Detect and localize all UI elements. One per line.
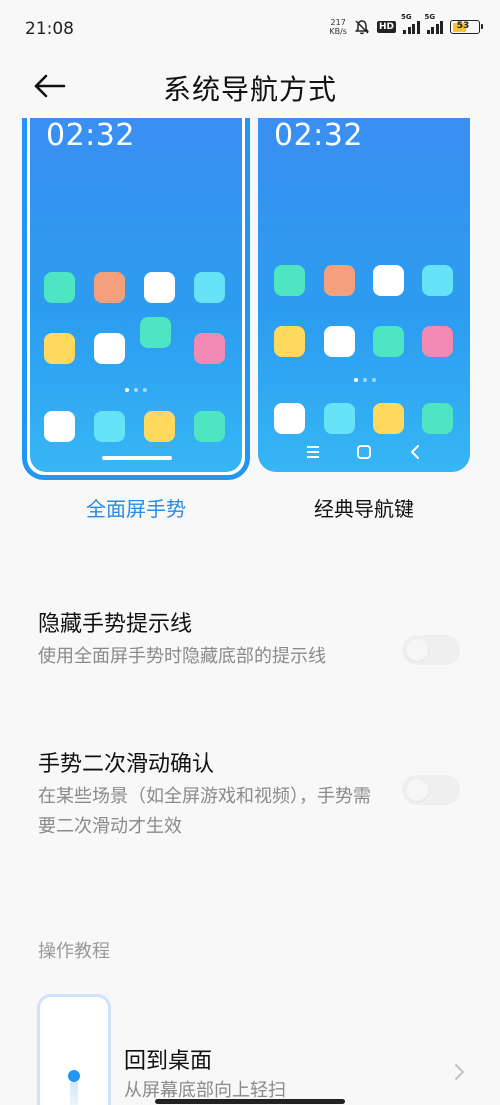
- gesture-bar: [102, 456, 172, 460]
- hide-gesture-line-toggle[interactable]: [402, 635, 460, 665]
- signal-sim1-icon: 5G: [401, 13, 420, 34]
- app-icon: [274, 265, 305, 296]
- arrow-left-icon: [34, 74, 66, 98]
- tutorial-item-go-home[interactable]: 回到桌面 从屏幕底部向上轻扫: [0, 990, 500, 1105]
- chevron-right-icon: [455, 1064, 464, 1080]
- preview-clock: 02:32: [46, 118, 135, 153]
- classic-mode-label[interactable]: 经典导航键: [258, 493, 470, 522]
- app-icon: [94, 411, 125, 442]
- app-icon: [422, 403, 453, 434]
- menu-icon: [307, 446, 320, 458]
- toggle-knob: [406, 779, 428, 801]
- tutorial-section-header: 操作教程: [38, 941, 110, 962]
- app-icon: [422, 326, 453, 357]
- setting-title: 隐藏手势提示线: [38, 612, 193, 637]
- gesture-double-swipe-toggle[interactable]: [402, 775, 460, 805]
- app-icon: [94, 333, 125, 364]
- app-icon: [422, 265, 453, 296]
- back-button[interactable]: [30, 68, 70, 104]
- app-icon: [194, 333, 225, 364]
- page-indicator: [354, 378, 376, 382]
- status-icons: 217 KB/s HD 5G 5G 53: [329, 13, 483, 36]
- tutorial-thumbnail: [37, 994, 111, 1105]
- nav-keys: [258, 442, 470, 462]
- app-icon: [44, 411, 75, 442]
- swipe-trail: [70, 1081, 78, 1105]
- app-icon: [274, 403, 305, 434]
- hd-voice-icon: HD: [376, 21, 396, 33]
- title-bar: 系统导航方式: [0, 58, 500, 118]
- setting-hide-gesture-line[interactable]: 隐藏手势提示线 使用全面屏手势时隐藏底部的提示线: [38, 606, 478, 672]
- status-time: 21:08: [25, 19, 74, 39]
- app-icon: [274, 326, 305, 357]
- classic-preview-screen: 02:32: [258, 118, 470, 472]
- page-title: 系统导航方式: [162, 73, 337, 106]
- app-icon: [324, 403, 355, 434]
- app-icon: [194, 272, 225, 303]
- status-bar: 21:08 217 KB/s HD 5G 5G 53: [0, 0, 500, 58]
- network-speed: 217 KB/s: [329, 18, 347, 36]
- toggle-knob: [406, 639, 428, 661]
- battery-icon: 53: [450, 20, 483, 34]
- app-icon: [94, 272, 125, 303]
- app-icon: [373, 265, 404, 296]
- gesture-preview-screen: 02:32: [30, 118, 242, 472]
- setting-title: 手势二次滑动确认: [38, 752, 215, 777]
- gesture-mode-preview[interactable]: 02:32: [22, 118, 250, 480]
- app-icon: [144, 411, 175, 442]
- setting-description: 使用全面屏手势时隐藏底部的提示线: [38, 646, 326, 667]
- app-icon: [194, 411, 225, 442]
- app-icon: [324, 326, 355, 357]
- app-icon: [44, 333, 75, 364]
- gesture-mode-label[interactable]: 全面屏手势: [22, 493, 250, 522]
- tutorial-title: 回到桌面: [124, 1049, 213, 1074]
- app-icon: [373, 326, 404, 357]
- app-icon: [44, 272, 75, 303]
- bell-off-icon: [354, 20, 369, 35]
- app-icon: [144, 272, 175, 303]
- signal-sim2-icon: 5G: [425, 13, 443, 34]
- app-icon: [324, 265, 355, 296]
- app-icon: [373, 403, 404, 434]
- home-icon: [356, 445, 371, 459]
- home-indicator: [155, 1099, 345, 1104]
- app-icon: [140, 317, 171, 348]
- back-icon: [410, 445, 419, 459]
- battery-level: 53: [456, 21, 470, 31]
- preview-clock: 02:32: [274, 118, 363, 153]
- classic-mode-preview[interactable]: 02:32: [258, 118, 470, 472]
- touch-dot-icon: [68, 1070, 80, 1082]
- setting-gesture-double-swipe[interactable]: 手势二次滑动确认 在某些场景（如全屏游戏和视频），手势需要二次滑动才生效: [38, 746, 478, 842]
- page-indicator: [125, 388, 147, 392]
- setting-description: 在某些场景（如全屏游戏和视频），手势需要二次滑动才生效: [38, 786, 371, 837]
